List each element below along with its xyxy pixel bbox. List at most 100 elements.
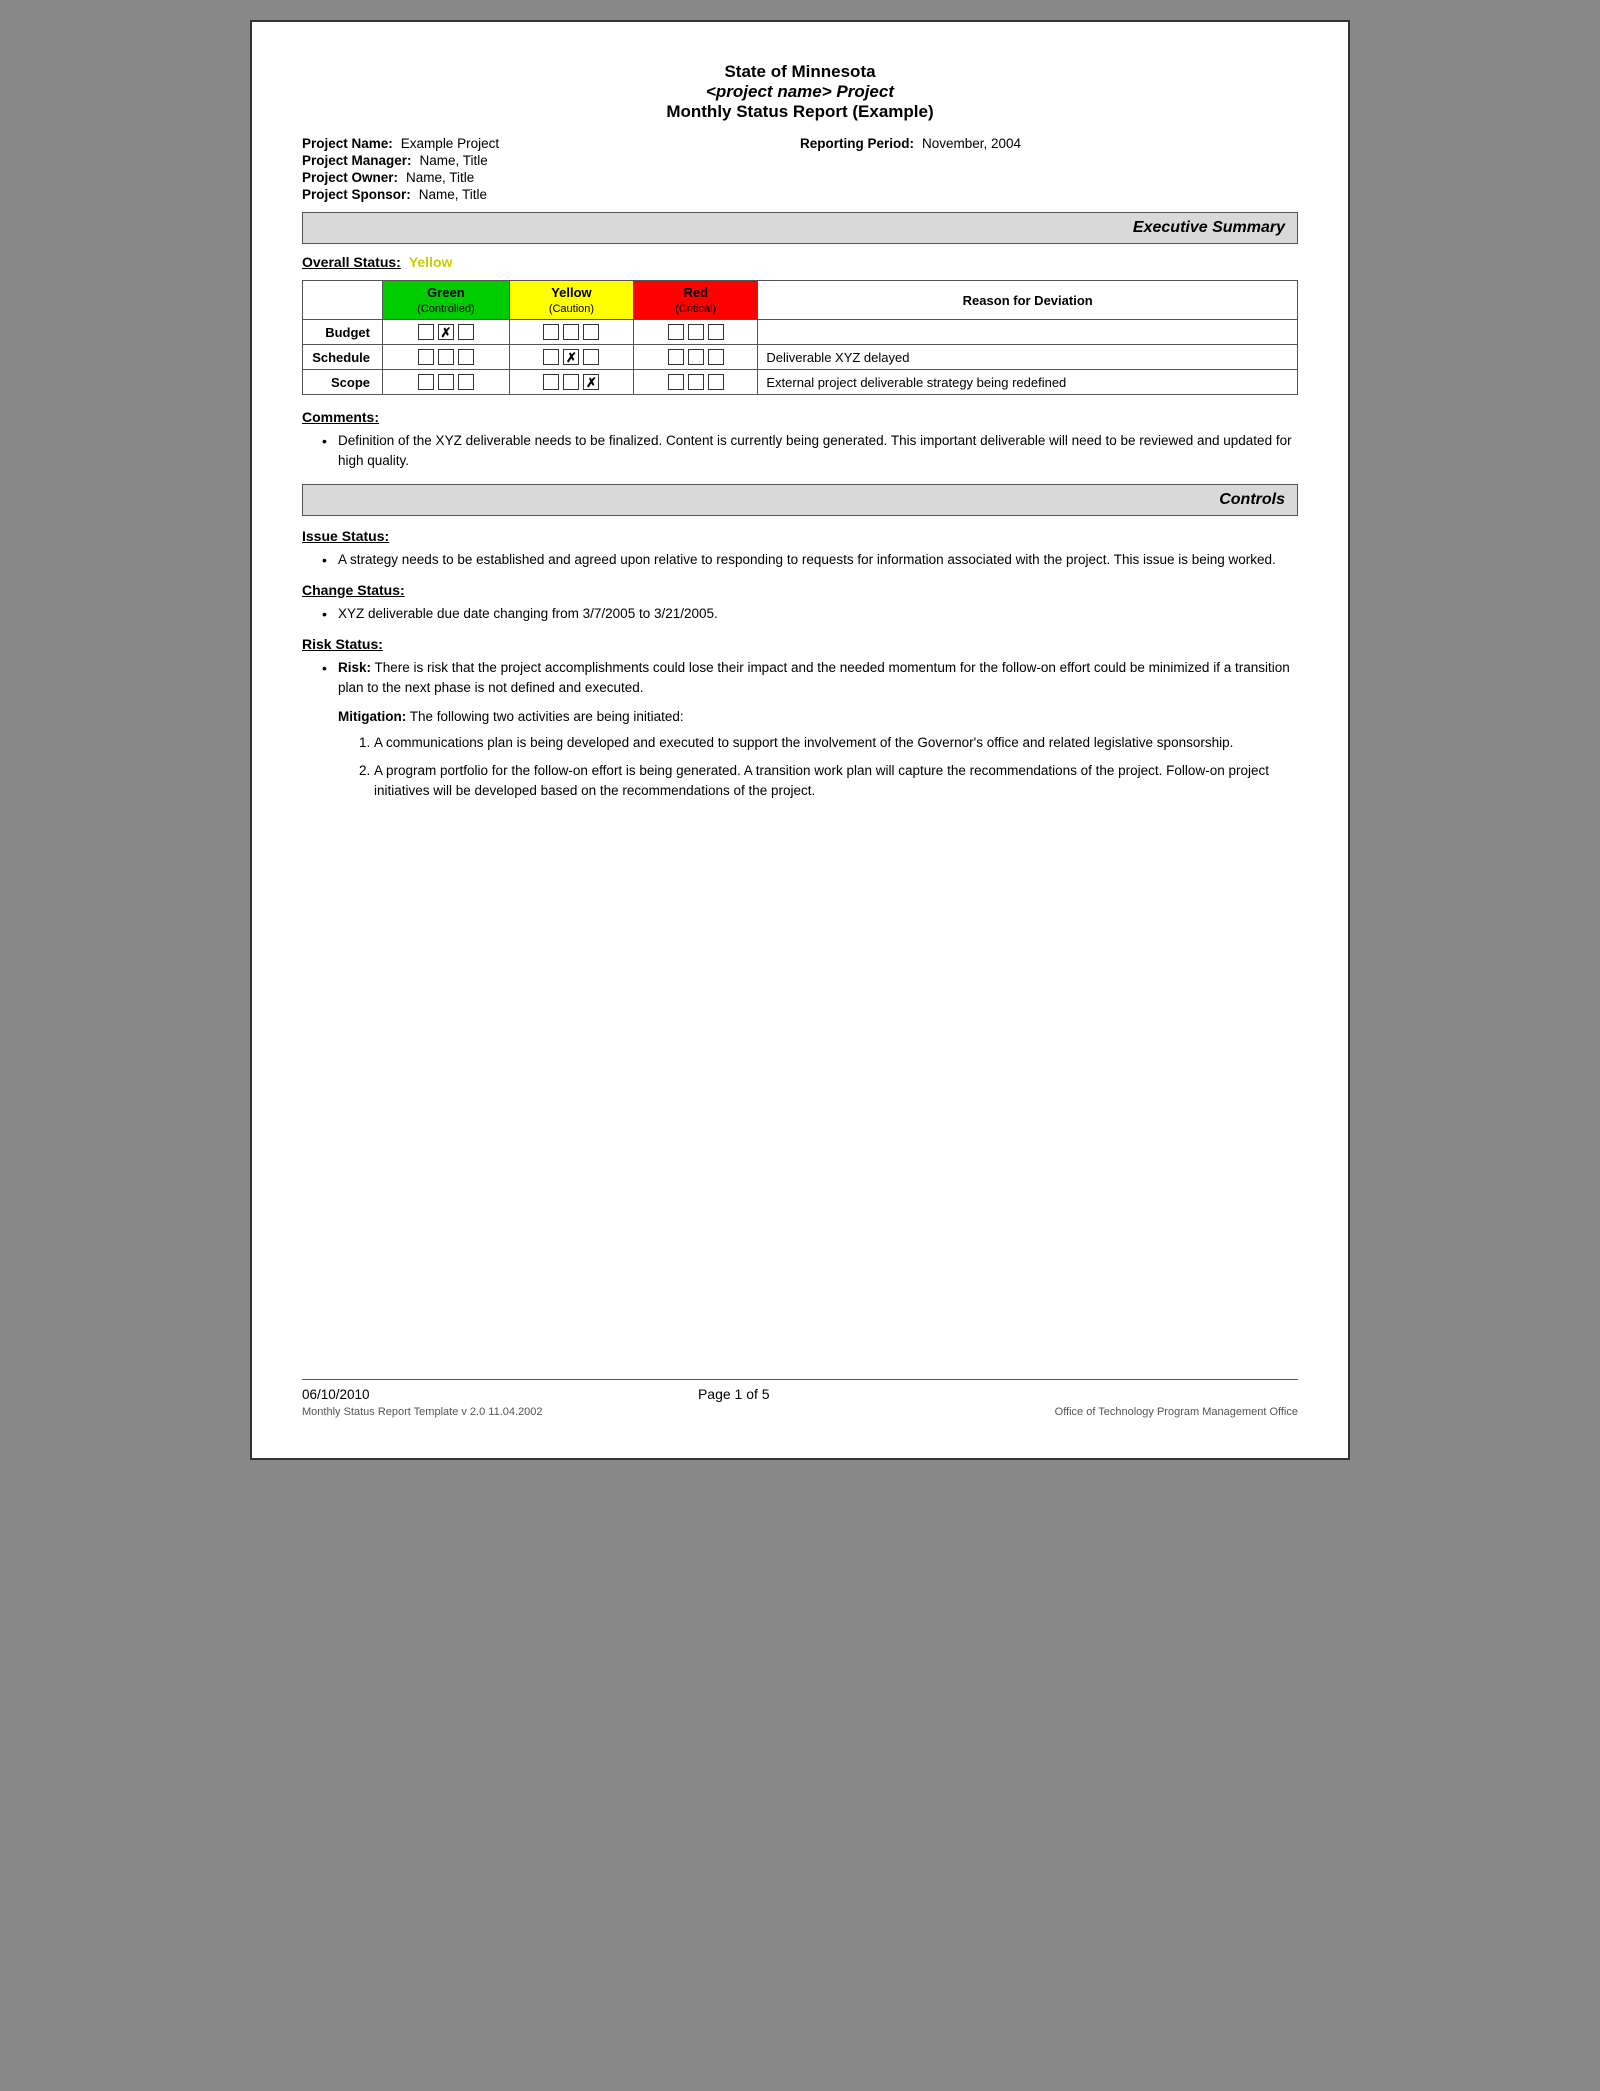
table-row: Schedule Deliverable XYZ delayed [303, 345, 1298, 370]
checkbox [688, 324, 704, 340]
change-item-1: XYZ deliverable due date changing from 3… [322, 604, 1298, 624]
comments-title: Comments: [302, 409, 1298, 425]
reason-header: Reason for Deviation [758, 281, 1298, 320]
project-name-label: Project Name: [302, 136, 393, 151]
checkbox [543, 349, 559, 365]
red-checkboxes-1 [634, 345, 758, 370]
document-title: State of Minnesota <project name> Projec… [302, 62, 1298, 122]
comment-item-1: Definition of the XYZ deliverable needs … [322, 431, 1298, 472]
reporting-period-value: November, 2004 [922, 136, 1021, 151]
reason-cell-1: Deliverable XYZ delayed [758, 345, 1298, 370]
checkbox [418, 349, 434, 365]
project-sponsor-value: Name, Title [419, 187, 487, 202]
row-label-scope: Scope [303, 370, 383, 395]
green-checkboxes-0 [383, 320, 510, 345]
checkbox [668, 349, 684, 365]
red-checkboxes-0 [634, 320, 758, 345]
footer-sub: Monthly Status Report Template v 2.0 11.… [302, 1406, 1298, 1418]
risk-item: Risk: There is risk that the project acc… [322, 658, 1298, 699]
green-checkboxes-1 [383, 345, 510, 370]
project-name-row: Project Name: Example Project [302, 136, 800, 151]
checkbox [563, 349, 579, 365]
meta-info: Project Name: Example Project Reporting … [302, 136, 1298, 202]
title-line3: Monthly Status Report (Example) [302, 102, 1298, 122]
empty-header [303, 281, 383, 320]
yellow-checkboxes-2 [509, 370, 633, 395]
checkbox [668, 374, 684, 390]
footer-date: 06/10/2010 [302, 1387, 370, 1402]
footer-office: Office of Technology Program Management … [1055, 1406, 1298, 1418]
checkbox [418, 374, 434, 390]
yellow-header: Yellow (Caution) [509, 281, 633, 320]
footer-template-info: Monthly Status Report Template v 2.0 11.… [302, 1406, 543, 1418]
page: State of Minnesota <project name> Projec… [250, 20, 1350, 1460]
page-footer: 06/10/2010 Page 1 of 5 Monthly Status Re… [302, 1379, 1298, 1418]
project-manager-value: Name, Title [420, 153, 488, 168]
risk-status-title: Risk Status: [302, 636, 1298, 652]
green-checkboxes-2 [383, 370, 510, 395]
risk-label: Risk: [338, 660, 371, 675]
overall-status: Overall Status: Yellow [302, 254, 1298, 270]
project-manager-row: Project Manager: Name, Title [302, 153, 800, 168]
footer-page: Page 1 of 5 [698, 1386, 770, 1402]
overall-status-value: Yellow [409, 254, 453, 270]
mitigation-label: Mitigation: [338, 709, 406, 724]
reason-cell-0 [758, 320, 1298, 345]
issue-status-title: Issue Status: [302, 528, 1298, 544]
title-line1: State of Minnesota [302, 62, 1298, 82]
table-row: Scope External project deliverable strate… [303, 370, 1298, 395]
checkbox [438, 349, 454, 365]
issue-status-list: A strategy needs to be established and a… [302, 550, 1298, 570]
executive-summary-title: Executive Summary [1133, 219, 1285, 236]
checkbox [418, 324, 434, 340]
checkbox [668, 324, 684, 340]
mitigation-intro: The following two activities are being i… [410, 709, 684, 724]
project-owner-row: Project Owner: Name, Title [302, 170, 800, 185]
checkbox [438, 374, 454, 390]
checkbox [563, 324, 579, 340]
mitigation-list: A communications plan is being developed… [338, 733, 1298, 802]
yellow-checkboxes-1 [509, 345, 633, 370]
checkbox [458, 324, 474, 340]
checkbox [583, 324, 599, 340]
comments-section: Comments: Definition of the XYZ delivera… [302, 409, 1298, 472]
risk-status-list: Risk: There is risk that the project acc… [302, 658, 1298, 699]
checkbox [688, 374, 704, 390]
checkbox [438, 324, 454, 340]
red-header: Red (Critical) [634, 281, 758, 320]
row-label-budget: Budget [303, 320, 383, 345]
checkbox [543, 374, 559, 390]
checkbox [543, 324, 559, 340]
row-label-schedule: Schedule [303, 345, 383, 370]
checkbox [458, 374, 474, 390]
reporting-period-row: Reporting Period: November, 2004 [800, 136, 1298, 151]
change-status-list: XYZ deliverable due date changing from 3… [302, 604, 1298, 624]
controls-section: Issue Status: A strategy needs to be est… [302, 528, 1298, 802]
change-status-title: Change Status: [302, 582, 1298, 598]
footer-main: 06/10/2010 Page 1 of 5 [302, 1386, 1298, 1402]
comments-list: Definition of the XYZ deliverable needs … [302, 431, 1298, 472]
project-name-value: Example Project [401, 136, 499, 151]
mitigation-item-2: A program portfolio for the follow-on ef… [374, 761, 1298, 802]
overall-status-label: Overall Status: [302, 254, 401, 270]
mitigation-item-1: A communications plan is being developed… [374, 733, 1298, 753]
project-manager-label: Project Manager: [302, 153, 412, 168]
issue-item-1: A strategy needs to be established and a… [322, 550, 1298, 570]
checkbox [708, 349, 724, 365]
checkbox [458, 349, 474, 365]
title-line2: <project name> Project [302, 82, 1298, 102]
checkbox [708, 374, 724, 390]
project-sponsor-label: Project Sponsor: [302, 187, 411, 202]
yellow-checkboxes-0 [509, 320, 633, 345]
controls-title: Controls [1219, 491, 1285, 508]
green-header: Green (Controlled) [383, 281, 510, 320]
project-owner-value: Name, Title [406, 170, 474, 185]
reporting-period-label: Reporting Period: [800, 136, 914, 151]
risk-text: There is risk that the project accomplis… [338, 660, 1290, 695]
status-table: Green (Controlled) Yellow (Caution) Red … [302, 280, 1298, 395]
controls-header: Controls [302, 484, 1298, 516]
checkbox [583, 374, 599, 390]
project-sponsor-row: Project Sponsor: Name, Title [302, 187, 800, 202]
checkbox [583, 349, 599, 365]
reason-cell-2: External project deliverable strategy be… [758, 370, 1298, 395]
